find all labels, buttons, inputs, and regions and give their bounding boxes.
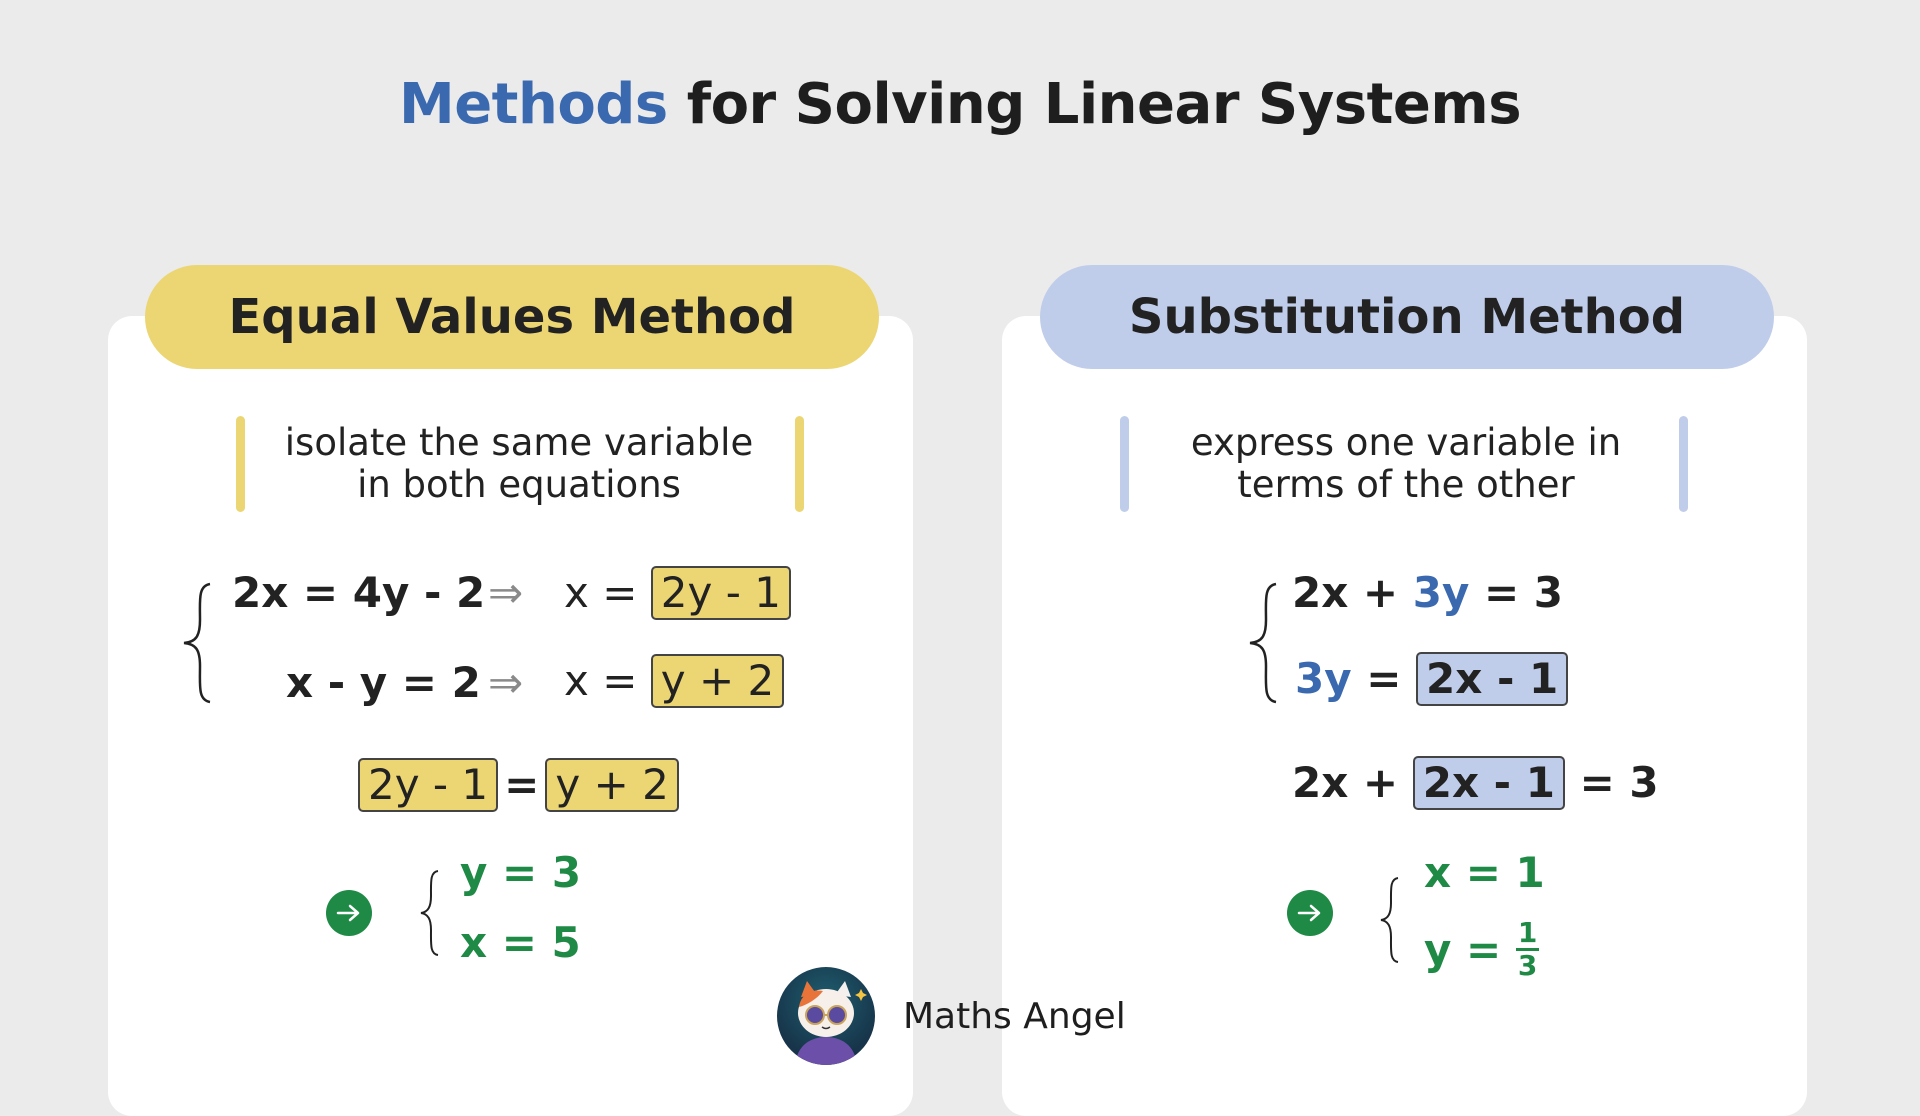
page-title: Methods for Solving Linear Systems <box>0 72 1920 137</box>
equation-op: = <box>1351 654 1417 703</box>
substitution-heading: Substitution Method <box>1040 265 1774 369</box>
substitution-description: express one variable in terms of the oth… <box>1122 416 1690 512</box>
equate-op: = <box>504 760 540 809</box>
description-line: express one variable in <box>1190 421 1622 464</box>
implies-arrow-icon: ⇒ <box>488 662 523 704</box>
solution-line: y = 1 3 <box>1424 916 1540 982</box>
solution-brace-icon <box>420 870 439 956</box>
isolated-row: x = y + 2 <box>564 654 785 708</box>
equation-row: 3y = 2x - 1 <box>1295 652 1569 706</box>
highlight-term: 3y <box>1295 654 1352 703</box>
right-brace-icon <box>1249 582 1277 704</box>
equation-row: 2x = 4y - 2 <box>232 572 485 614</box>
description-line: terms of the other <box>1237 463 1575 506</box>
equal-values-heading-text: Equal Values Method <box>228 289 796 345</box>
solution-line: y = 3 <box>460 848 582 897</box>
equation-text: x - y = 2 <box>286 658 481 707</box>
solution-prefix: y = <box>1424 924 1516 974</box>
equation-part: 2x + <box>1292 758 1413 807</box>
arrow-right-icon <box>326 890 372 936</box>
equate-row: 2y - 1 = y + 2 <box>358 758 679 812</box>
equal-values-heading: Equal Values Method <box>145 265 879 369</box>
brand: Maths Angel <box>777 966 1126 1066</box>
solution-line: x = 5 <box>460 918 581 967</box>
brand-name: Maths Angel <box>903 995 1126 1037</box>
isolated-lhs: x = <box>564 656 638 705</box>
equate-left-box: 2y - 1 <box>358 758 499 812</box>
solution-line: x = 1 <box>1424 848 1545 897</box>
solution-brace-icon <box>1380 877 1399 963</box>
implies-arrow-icon: ⇒ <box>488 572 523 614</box>
isolated-box: y + 2 <box>650 654 785 708</box>
cat-mascot-logo-icon <box>777 967 875 1065</box>
equate-right-box: y + 2 <box>545 758 679 812</box>
description-line: in both equations <box>357 463 681 506</box>
isolated-box: 2y - 1 <box>650 566 791 620</box>
isolated-lhs: x = <box>564 568 638 617</box>
description-line: isolate the same variable <box>284 421 754 464</box>
fraction-denominator: 3 <box>1517 949 1538 982</box>
substitution-heading-text: Substitution Method <box>1128 289 1686 345</box>
title-rest: for Solving Linear Systems <box>667 72 1522 137</box>
equation-part: = 3 <box>1564 758 1659 807</box>
title-accent: Methods <box>398 72 668 137</box>
implies-glyph: ⇒ <box>488 568 524 617</box>
highlight-term: 3y <box>1412 568 1470 617</box>
equation-part: 2x + <box>1292 568 1413 617</box>
fraction-numerator: 1 <box>1515 916 1540 951</box>
implies-glyph: ⇒ <box>488 658 524 707</box>
fraction: 1 3 <box>1515 916 1540 982</box>
arrow-right-icon <box>1287 890 1333 936</box>
equation-row: x - y = 2 <box>286 662 481 704</box>
boxed-expression: 2x - 1 <box>1416 652 1569 706</box>
equation-part: = 3 <box>1469 568 1564 617</box>
isolated-row: x = 2y - 1 <box>564 566 791 620</box>
equal-values-description: isolate the same variable in both equati… <box>237 416 801 512</box>
substituted-row: 2x + 2x - 1 = 3 <box>1292 756 1659 810</box>
boxed-expression: 2x - 1 <box>1412 756 1565 810</box>
equation-text: 2x = 4y - 2 <box>232 568 486 617</box>
left-brace-icon <box>183 582 211 704</box>
equation-row: 2x + 3y = 3 <box>1292 572 1563 614</box>
